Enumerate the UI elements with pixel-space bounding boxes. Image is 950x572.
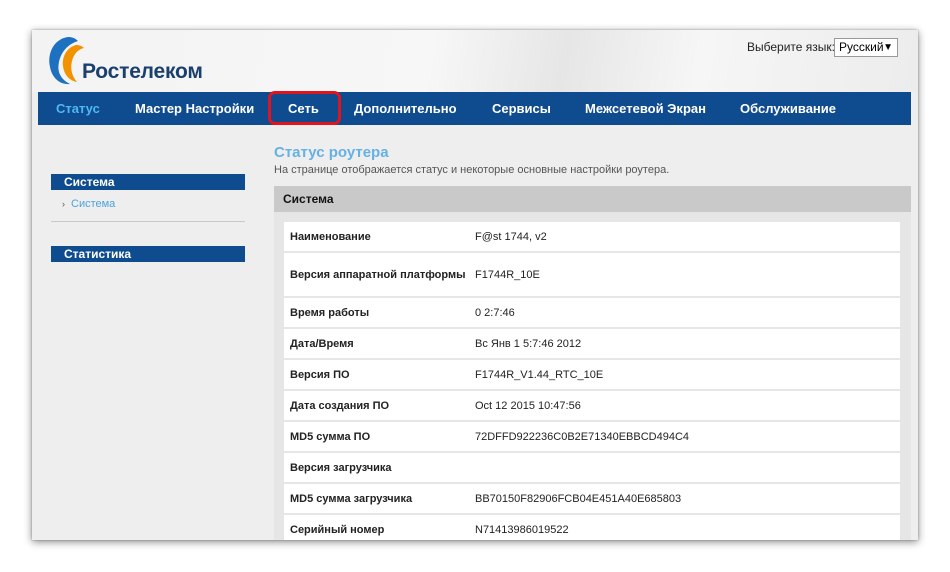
table-row: Версия аппаратной платформы F1744R_10E	[284, 253, 900, 296]
row-label: Серийный номер	[290, 523, 385, 536]
sidebar-item-system[interactable]: › Система	[62, 198, 115, 210]
table-row: Дата создания ПО Oct 12 2015 10:47:56	[284, 391, 900, 420]
nav-status[interactable]: Статус	[56, 92, 100, 125]
bullet-icon: ›	[62, 199, 65, 209]
brand-name: Ростелеком	[82, 60, 203, 83]
language-label: Выберите язык:	[747, 40, 835, 54]
dropdown-arrow-icon: ▼	[883, 42, 893, 53]
logo-swirl-icon	[49, 37, 84, 85]
row-label: Версия аппаратной платформы	[290, 268, 466, 281]
nav-advanced[interactable]: Дополнительно	[354, 92, 457, 125]
row-label: Версия ПО	[290, 368, 350, 381]
table-row: Наименование F@st 1744, v2	[284, 222, 900, 251]
row-value: BB70150F82906FCB04E451A40E685803	[475, 492, 682, 505]
table-row: Версия загрузчика	[284, 453, 900, 482]
page-title: Статус роутера	[274, 144, 389, 161]
row-label: Наименование	[290, 230, 371, 243]
row-value: Вс Янв 1 5:7:46 2012	[475, 337, 582, 350]
section-header-system: Система	[274, 186, 911, 212]
table-row: MD5 сумма ПО 72DFFD922236C0B2E71340EBBCD…	[284, 422, 900, 451]
sidebar-divider	[51, 221, 245, 222]
row-label: MD5 сумма ПО	[290, 430, 371, 443]
row-value: F@st 1744, v2	[475, 230, 547, 243]
nav-firewall[interactable]: Межсетевой Экран	[585, 92, 706, 125]
sidebar-item-label: Система	[71, 198, 116, 210]
sidebar-section-system[interactable]: Система	[51, 174, 245, 190]
table-row: Серийный номер N71413986019522	[284, 515, 900, 540]
status-table: Наименование F@st 1744, v2 Версия аппара…	[274, 212, 911, 540]
row-value: F1744R_V1.44_RTC_10E	[475, 368, 604, 381]
row-value: N71413986019522	[475, 523, 569, 536]
row-label: Дата создания ПО	[290, 399, 390, 412]
row-label: MD5 сумма загрузчика	[290, 492, 413, 505]
router-admin-window: Ростелеком Выберите язык: Русский ▼ Стат…	[32, 30, 918, 540]
row-value	[468, 453, 900, 482]
sidebar-section-statistics[interactable]: Статистика	[51, 246, 245, 262]
nav-maintenance[interactable]: Обслуживание	[740, 92, 836, 125]
network-tab-highlight	[268, 91, 341, 125]
row-label: Время работы	[290, 306, 370, 319]
language-selected: Русский	[839, 40, 884, 54]
table-row: Версия ПО F1744R_V1.44_RTC_10E	[284, 360, 900, 389]
table-row: MD5 сумма загрузчика BB70150F82906FCB04E…	[284, 484, 900, 513]
row-value: 0 2:7:46	[475, 306, 515, 319]
row-label: Версия загрузчика	[290, 461, 392, 474]
nav-setup-wizard[interactable]: Мастер Настройки	[135, 92, 254, 125]
row-value: 72DFFD922236C0B2E71340EBBCD494C4	[475, 430, 690, 443]
page-description: На странице отображается статус и некото…	[274, 164, 670, 176]
table-row: Время работы 0 2:7:46	[284, 298, 900, 327]
row-value: F1744R_10E	[475, 268, 540, 281]
nav-services[interactable]: Сервисы	[492, 92, 551, 125]
table-row: Дата/Время Вс Янв 1 5:7:46 2012	[284, 329, 900, 358]
row-label: Дата/Время	[290, 337, 354, 350]
language-select[interactable]: Русский ▼	[834, 38, 898, 57]
main-nav: Статус Мастер Настройки Сеть Дополнитель…	[38, 92, 911, 125]
row-value: Oct 12 2015 10:47:56	[475, 399, 581, 412]
